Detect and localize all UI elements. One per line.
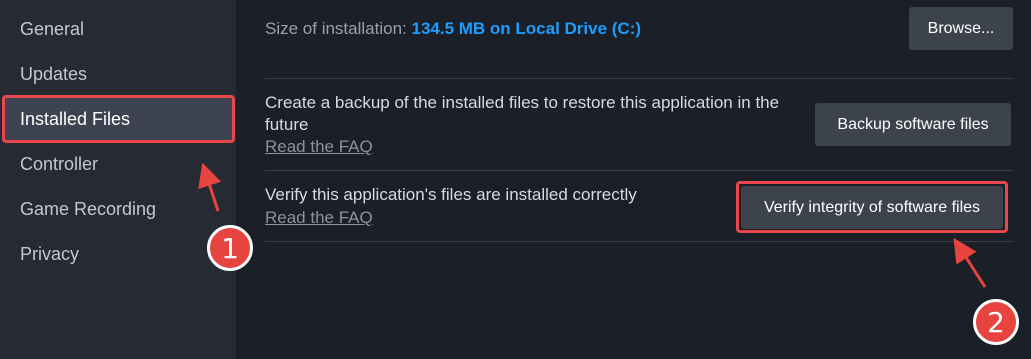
- verify-integrity-button[interactable]: Verify integrity of software files: [741, 186, 1003, 229]
- sidebar-item-controller[interactable]: Controller: [4, 142, 232, 187]
- sidebar-item-general[interactable]: General: [4, 7, 232, 52]
- divider: [265, 78, 1013, 79]
- sidebar-item-label: Privacy: [20, 244, 80, 264]
- divider: [265, 170, 1013, 171]
- sidebar-item-game-recording[interactable]: Game Recording: [4, 187, 232, 232]
- settings-sidebar: General Updates Installed Files Controll…: [0, 0, 236, 359]
- sidebar-item-installed-files[interactable]: Installed Files: [4, 97, 232, 142]
- browse-button[interactable]: Browse...: [909, 7, 1013, 50]
- installation-size-label: Size of installation:: [265, 19, 407, 38]
- browse-button-label: Browse...: [927, 19, 995, 37]
- backup-description: Create a backup of the installed files t…: [265, 93, 780, 134]
- sidebar-item-label: General: [20, 19, 85, 39]
- arrow-2: [953, 237, 987, 288]
- sidebar-item-label: Game Recording: [20, 199, 157, 219]
- backup-faq-link[interactable]: Read the FAQ: [265, 137, 373, 157]
- sidebar-item-updates[interactable]: Updates: [4, 52, 232, 97]
- divider: [265, 241, 1013, 242]
- installation-size: Size of installation: 134.5 MB on Local …: [265, 18, 641, 40]
- annotation-badge-2: 2: [973, 299, 1019, 345]
- backup-software-files-button[interactable]: Backup software files: [815, 103, 1011, 146]
- sidebar-item-label: Installed Files: [20, 109, 131, 129]
- verify-description: Verify this application's files are inst…: [265, 185, 637, 204]
- verify-button-label: Verify integrity of software files: [763, 198, 981, 216]
- sidebar-item-label: Updates: [20, 64, 88, 84]
- verify-faq-link[interactable]: Read the FAQ: [265, 208, 373, 228]
- sidebar-item-privacy[interactable]: Privacy: [4, 232, 232, 277]
- backup-button-label: Backup software files: [837, 115, 989, 133]
- sidebar-item-label: Controller: [20, 154, 99, 174]
- annotation-badge-1: 1: [207, 225, 253, 271]
- installation-size-value: 134.5 MB on Local Drive (C:): [411, 19, 642, 38]
